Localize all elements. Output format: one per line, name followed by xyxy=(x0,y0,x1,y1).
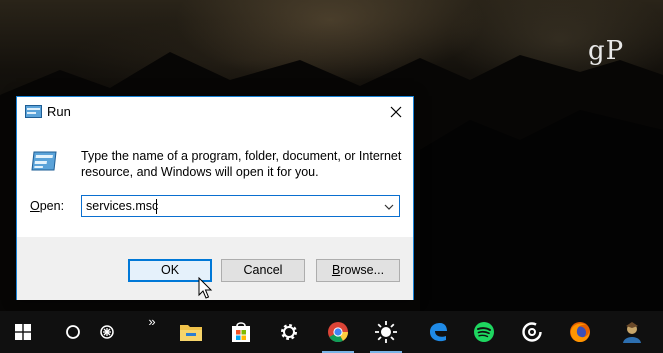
run-program-icon xyxy=(31,150,57,172)
site-watermark: gP xyxy=(588,36,625,66)
text-caret xyxy=(156,199,157,214)
firefox-button[interactable] xyxy=(562,311,598,353)
toolbar-overflow-chevron[interactable]: » xyxy=(142,311,162,331)
close-icon xyxy=(390,106,402,117)
store-button[interactable] xyxy=(222,311,260,353)
dropdown-arrow[interactable] xyxy=(383,200,395,212)
user-app-icon xyxy=(623,322,641,343)
task-view-icon xyxy=(100,325,114,339)
edge-button[interactable] xyxy=(420,311,456,353)
firefox-icon xyxy=(570,322,590,342)
dialog-description: Type the name of a program, folder, docu… xyxy=(81,149,402,179)
edge-icon xyxy=(430,323,447,342)
dialog-content: Type the name of a program, folder, docu… xyxy=(17,126,413,237)
browse-button[interactable]: Browse... xyxy=(316,259,400,282)
task-view-button[interactable] xyxy=(92,311,122,353)
taskbar: » xyxy=(0,311,663,353)
close-button[interactable] xyxy=(379,97,413,126)
mouse-cursor-icon xyxy=(198,277,213,299)
cortana-icon xyxy=(66,325,80,339)
settings-button[interactable] xyxy=(270,311,308,353)
chevron-down-icon xyxy=(384,204,394,210)
run-dialog: Run Type the name of a program, folder, … xyxy=(16,96,414,300)
user-app-button[interactable] xyxy=(614,311,650,353)
chrome-icon xyxy=(328,322,349,343)
chrome-button[interactable] xyxy=(318,311,358,353)
store-icon xyxy=(232,322,250,342)
cancel-button[interactable]: Cancel xyxy=(221,259,305,282)
dialog-title: Run xyxy=(47,104,71,119)
gear-icon xyxy=(281,324,297,340)
start-icon xyxy=(15,324,31,340)
brightness-app-button[interactable] xyxy=(366,311,406,353)
open-combobox[interactable]: services.msc xyxy=(81,195,400,217)
sun-icon xyxy=(375,321,397,343)
spotify-button[interactable] xyxy=(466,311,502,353)
open-label: Open: xyxy=(30,199,65,213)
start-button[interactable] xyxy=(8,311,38,353)
groove-button[interactable] xyxy=(514,311,550,353)
run-icon xyxy=(25,105,42,118)
dialog-footer: OK Cancel Browse... xyxy=(17,237,413,300)
spotify-icon xyxy=(474,322,494,342)
file-explorer-button[interactable] xyxy=(172,311,210,353)
open-input[interactable]: services.msc xyxy=(86,199,158,213)
groove-music-icon xyxy=(522,322,542,342)
cortana-button[interactable] xyxy=(58,311,88,353)
file-explorer-icon xyxy=(180,325,202,341)
title-bar[interactable]: Run xyxy=(17,97,413,126)
